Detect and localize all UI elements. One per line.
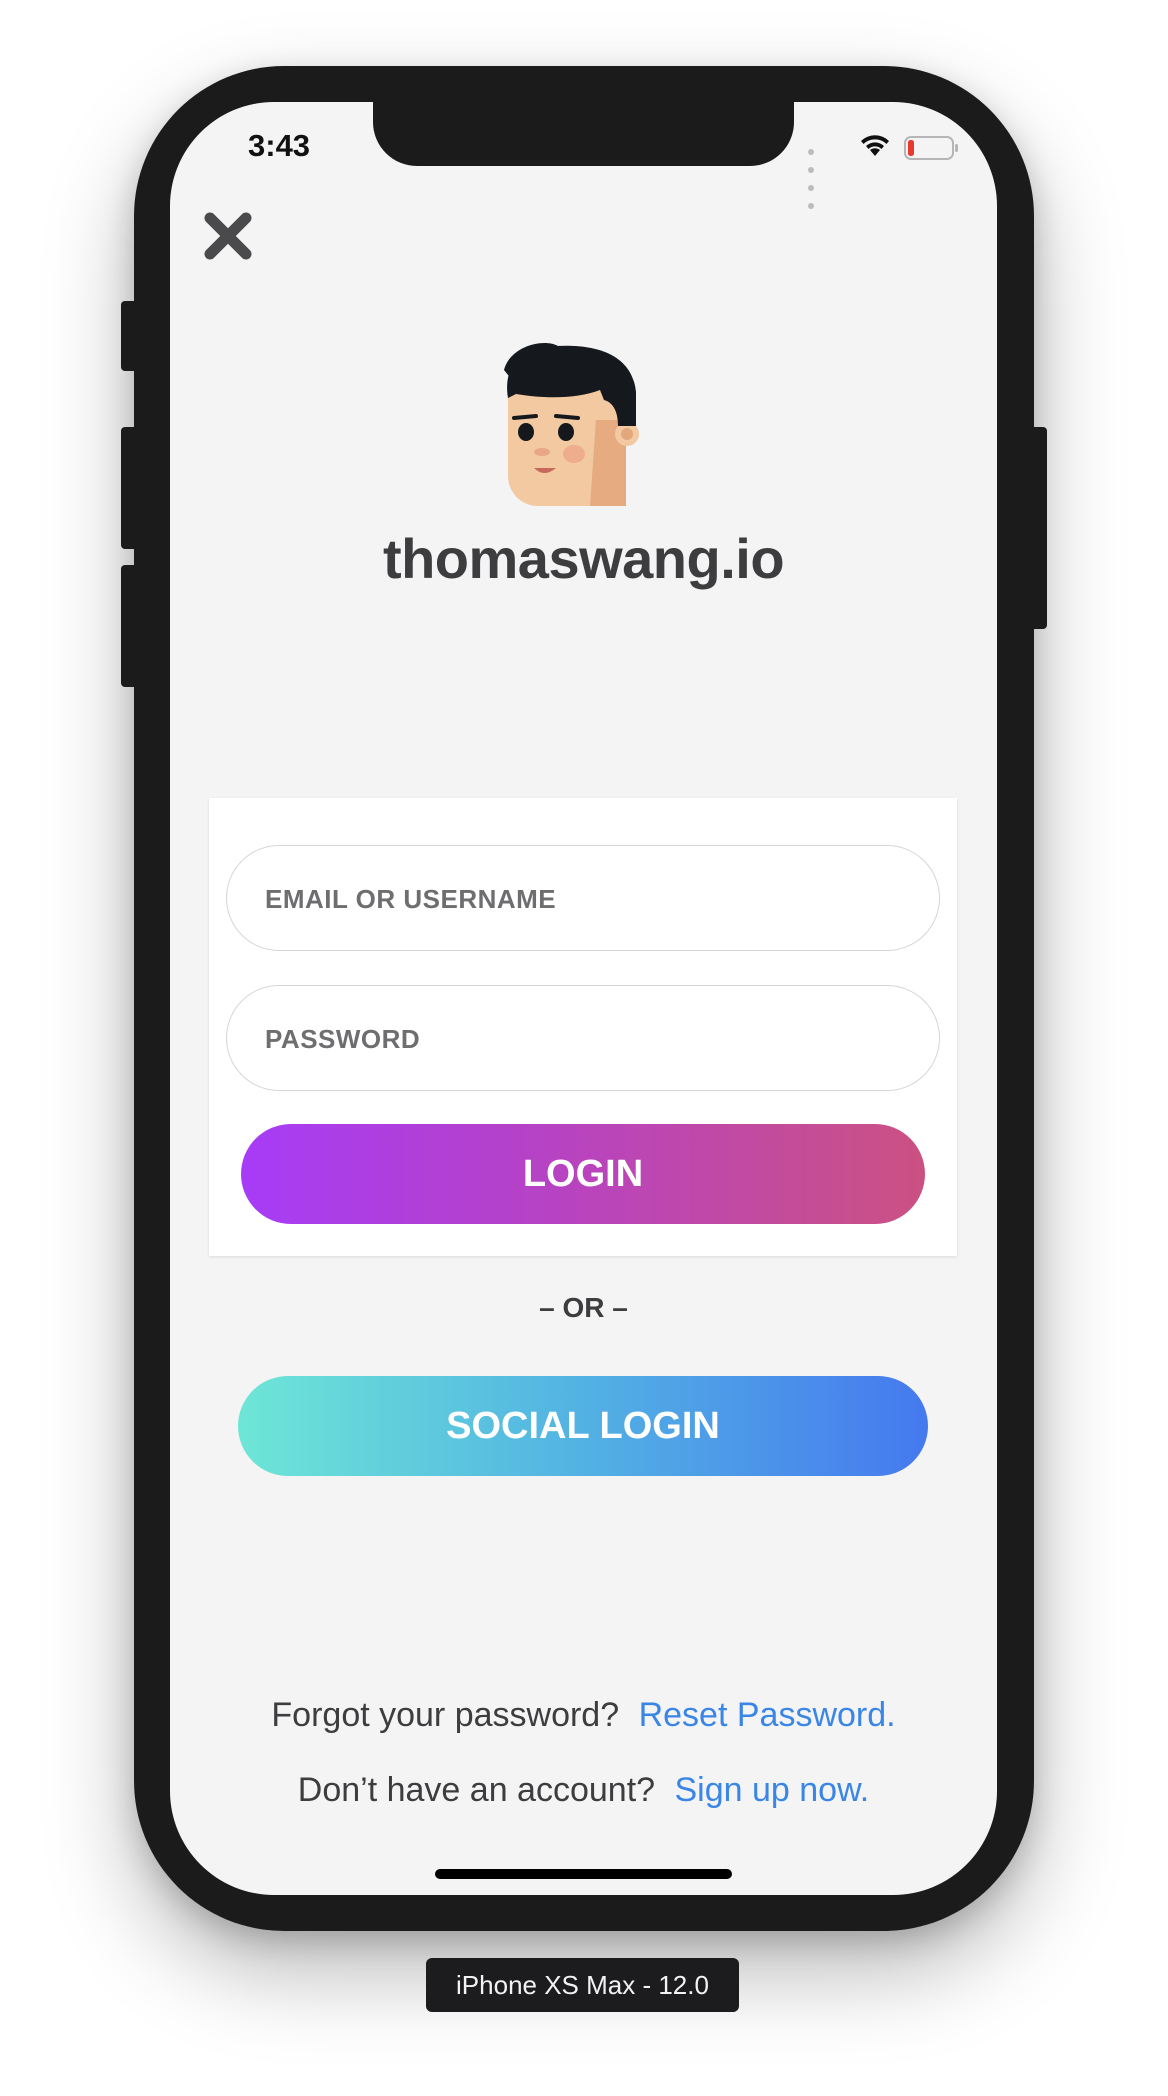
login-button[interactable]: LOGIN <box>241 1124 925 1224</box>
signal-dots-icon <box>808 142 817 214</box>
simulator-device-label: iPhone XS Max - 12.0 <box>426 1958 739 2012</box>
home-indicator[interactable] <box>435 1869 732 1879</box>
status-time: 3:43 <box>248 128 311 163</box>
cartoon-face-avatar <box>504 343 639 506</box>
brand-title: thomaswang.io <box>382 527 785 590</box>
wifi-icon <box>861 135 889 156</box>
forgot-password-row: Forgot your password? Reset Password. <box>170 1696 997 1735</box>
email-field[interactable] <box>263 846 907 952</box>
reset-password-link[interactable]: Reset Password. <box>639 1696 896 1734</box>
app-screen: 3:43 thomaswang.io EMAIL OR USERNAME LOG… <box>170 102 997 1895</box>
signup-row: Don’t have an account? Sign up now. <box>170 1771 997 1810</box>
email-field-wrapper <box>226 845 940 952</box>
battery-low-icon <box>904 136 958 160</box>
password-field[interactable] <box>263 986 907 1092</box>
social-login-button[interactable]: SOCIAL LOGIN <box>238 1376 928 1476</box>
login-card: LOGIN <box>209 798 957 1256</box>
sign-up-link[interactable]: Sign up now. <box>675 1771 870 1809</box>
forgot-password-text: Forgot your password? <box>271 1696 620 1734</box>
close-icon[interactable] <box>202 210 254 262</box>
or-separator: – OR – <box>539 1292 628 1323</box>
notch <box>373 102 794 166</box>
password-field-wrapper <box>226 985 940 1092</box>
signup-text: Don’t have an account? <box>297 1771 656 1809</box>
